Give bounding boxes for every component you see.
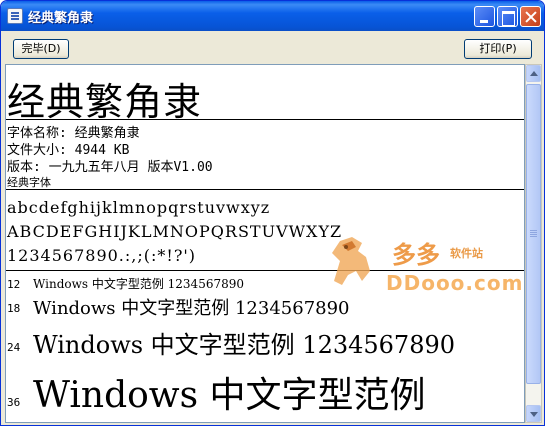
watermark: 多多 软件站 DDooo.com (322, 231, 522, 301)
minimize-button[interactable] (474, 6, 495, 27)
company-line: 经典字体 (7, 176, 51, 189)
size-sample-text: Windows 中文字型范例 (33, 375, 426, 416)
font-preview-title: 经典繁角隶 (7, 80, 203, 124)
size-label: 24 (7, 341, 21, 354)
size-label: 18 (7, 302, 21, 315)
title-bar[interactable]: 经典繁角隶 (1, 1, 544, 31)
size-sample-text: Windows 中文字型范例 1234567890 (33, 277, 245, 291)
watermark-subtitle: 软件站 (450, 247, 483, 260)
done-button[interactable]: 完毕(D) (13, 39, 69, 59)
divider (6, 189, 524, 190)
version-line: 版本: 一九九五年八月 版本V1.00 (7, 160, 213, 175)
uppercase-sample: ABCDEFGHIJKLMNOPQRSTUVWXYZ (7, 222, 343, 241)
lowercase-sample: abcdefghijklmnopqrstuvwxyz (7, 198, 271, 217)
size-sample-text: Windows 中文字型范例 1234567890 (33, 298, 350, 319)
watermark-url: DDooo.com (386, 271, 524, 295)
print-button[interactable]: 打印(P) (464, 39, 532, 59)
close-button[interactable] (520, 6, 541, 27)
horse-logo-icon (332, 237, 370, 285)
window-title: 经典繁角隶 (28, 11, 94, 26)
divider (6, 119, 524, 120)
scroll-down-arrow-icon[interactable] (526, 405, 541, 422)
size-label: 36 (7, 396, 21, 409)
toolbar: 完毕(D) 打印(P) (5, 31, 542, 64)
maximize-button[interactable] (497, 6, 518, 27)
scroll-up-arrow-icon[interactable] (526, 65, 541, 82)
font-viewer-window: 经典繁角隶 完毕(D) 打印(P) 经典繁角隶 字体名称: 经典繁角隶 文件大小… (0, 0, 545, 426)
size-label: 12 (7, 278, 21, 291)
watermark-brand: 多多 (392, 241, 440, 269)
scroll-thumb[interactable] (526, 84, 541, 384)
digits-sample: 1234567890.:,;(:*!?') (7, 246, 197, 265)
size-sample-text: Windows 中文字型范例 1234567890 (33, 331, 456, 359)
font-file-icon (7, 8, 23, 24)
vertical-scrollbar[interactable] (525, 64, 542, 423)
font-preview-area: 经典繁角隶 字体名称: 经典繁角隶 文件大小: 4944 KB 版本: 一九九五… (5, 64, 525, 423)
